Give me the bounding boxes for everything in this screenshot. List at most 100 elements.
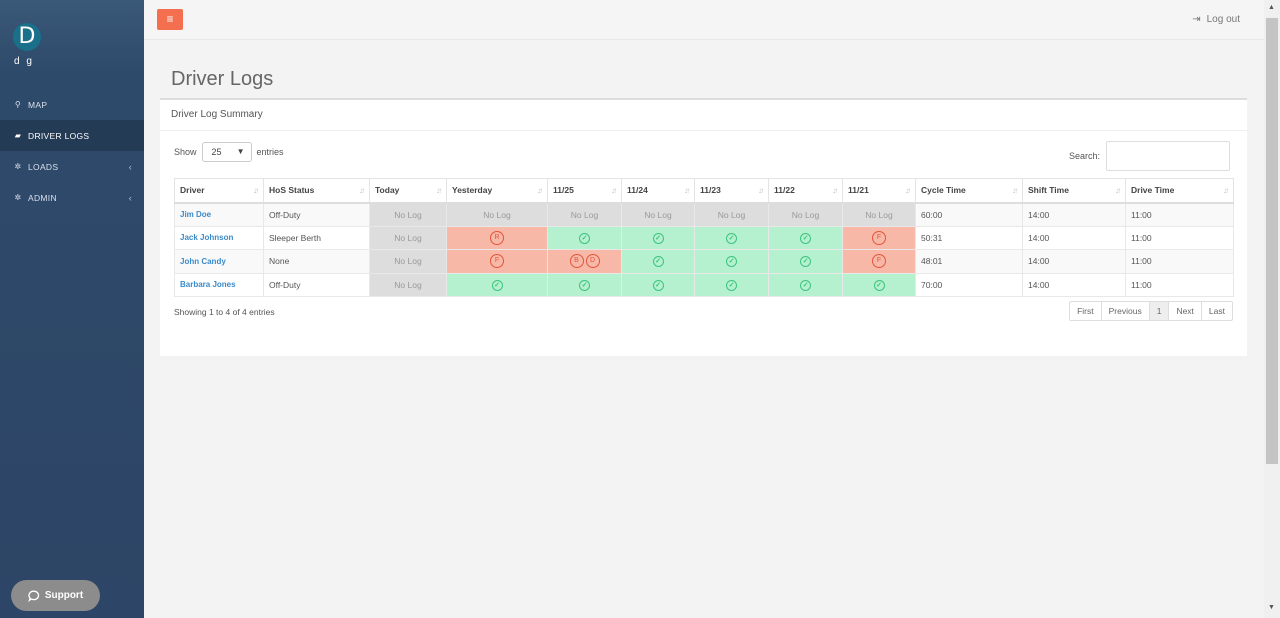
driver-log-panel: Driver Log Summary Show 25 ▼ entries Sea… [160, 98, 1247, 356]
sort-icon: ↓↑ [905, 186, 911, 195]
column-header[interactable]: Cycle Time ↓↑ [915, 178, 1023, 204]
driver-name-link[interactable]: John Candy [174, 249, 264, 274]
driver-name-link[interactable]: Jack Johnson [174, 225, 264, 250]
drive-time-cell: 11:00 [1125, 202, 1234, 227]
day-log-cell[interactable]: ✓ [694, 225, 769, 250]
sidebar-item-loads[interactable]: ✲ LOADS ‹ [0, 151, 144, 182]
gear-icon: ✲ [14, 162, 22, 171]
day-log-cell[interactable]: ✓ [621, 249, 695, 274]
check-circle-icon: ✓ [652, 232, 664, 244]
sort-icon: ↓↑ [1223, 186, 1229, 195]
sort-icon: ↓↑ [1115, 186, 1121, 195]
day-log-cell[interactable]: BD [547, 249, 622, 274]
scroll-up-icon[interactable]: ▲ [1268, 4, 1275, 11]
column-header[interactable]: 11/23 ↓↑ [694, 178, 769, 204]
table-row: Jim Doe Off-Duty No Log No Log No Log No Log N… [174, 202, 1234, 227]
column-header[interactable]: Shift Time ↓↑ [1022, 178, 1126, 204]
day-log-cell[interactable]: ✓ [842, 272, 916, 297]
pager-previous-button[interactable]: Previous [1102, 302, 1150, 320]
entries-value: 25 [211, 147, 222, 157]
day-log-cell[interactable]: ✓ [547, 272, 622, 297]
column-header[interactable]: HoS Status ↓↑ [263, 178, 370, 204]
day-log-cell[interactable]: ✓ [768, 249, 843, 274]
day-log-cell[interactable]: ✓ [621, 272, 695, 297]
driver-name-link[interactable]: Barbara Jones [174, 272, 264, 297]
entries-label: entries [256, 147, 284, 157]
sort-icon: ↓↑ [832, 186, 838, 195]
check-circle-icon: ✓ [579, 232, 590, 244]
column-header-label: Drive Time [1131, 185, 1175, 196]
day-log-cell[interactable]: No Log [369, 272, 447, 297]
chevron-left-icon: ‹ [128, 192, 132, 203]
scroll-down-icon[interactable]: ▼ [1268, 604, 1275, 611]
day-log-cell[interactable]: ✓ [694, 249, 769, 274]
column-header[interactable]: 11/21 ↓↑ [842, 178, 916, 204]
violation-badge: D [585, 254, 600, 269]
driver-log-table: Driver ↓↑ HoS Status ↓↑ Today ↓↑ Yesterday ↓↑ 11… [174, 178, 1234, 297]
hamburger-icon: ≡ [166, 12, 174, 26]
table-row: Barbara Jones Off-Duty No Log ✓ ✓ ✓ ✓ ✓ ✓ 70:00 14… [174, 272, 1234, 297]
pager-next-button[interactable]: Next [1169, 302, 1202, 320]
check-circle-icon: ✓ [873, 279, 885, 291]
pager-last-button[interactable]: Last [1202, 302, 1232, 320]
sidebar-item-admin[interactable]: ✲ ADMIN ‹ [0, 182, 144, 213]
day-log-cell[interactable]: F [446, 249, 548, 274]
day-log-cell[interactable]: No Log [547, 202, 622, 227]
scrollbar-thumb[interactable] [1266, 18, 1278, 464]
column-header[interactable]: Drive Time ↓↑ [1125, 178, 1234, 204]
sidebar-nav: ⚲ MAP ▰ DRIVER LOGS ✲ LOADS ‹ ✲ ADMIN ‹ [0, 89, 144, 213]
day-log-cell[interactable]: ✓ [446, 272, 548, 297]
check-circle-icon: ✓ [579, 279, 590, 291]
day-log-cell[interactable]: No Log [694, 202, 769, 227]
check-circle-icon: ✓ [800, 256, 811, 268]
day-log-cell[interactable]: ✓ [621, 225, 695, 250]
menu-toggle-button[interactable]: ≡ [157, 9, 183, 30]
day-log-cell[interactable]: No Log [369, 202, 447, 227]
column-header[interactable]: 11/22 ↓↑ [768, 178, 843, 204]
day-log-cell[interactable]: No Log [369, 225, 447, 250]
show-label: Show [174, 147, 197, 157]
day-log-cell[interactable]: F [842, 249, 916, 274]
day-log-cell[interactable]: No Log [369, 249, 447, 274]
table-row: Jack Johnson Sleeper Berth No Log R ✓ ✓ ✓ ✓ F 50:… [174, 225, 1234, 250]
day-log-cell[interactable]: No Log [446, 202, 548, 227]
violation-badge: F [872, 254, 886, 269]
day-log-cell[interactable]: No Log [768, 202, 843, 227]
cycle-time-cell: 50:31 [915, 225, 1023, 250]
search-input[interactable] [1106, 141, 1230, 171]
hos-status-cell: Off-Duty [263, 202, 370, 227]
sort-icon: ↓↑ [537, 186, 543, 195]
sidebar-item-driver-logs[interactable]: ▰ DRIVER LOGS [0, 120, 144, 151]
table-header-row: Driver ↓↑ HoS Status ↓↑ Today ↓↑ Yesterday ↓↑ 11… [174, 178, 1234, 204]
entries-length-control: Show 25 ▼ entries [174, 142, 284, 162]
day-log-cell[interactable]: F [842, 225, 916, 250]
column-header[interactable]: 11/25 ↓↑ [547, 178, 622, 204]
cycle-time-cell: 48:01 [915, 249, 1023, 274]
driver-name-link[interactable]: Jim Doe [174, 202, 264, 227]
column-header-label: 11/23 [700, 185, 721, 196]
sidebar-item-map[interactable]: ⚲ MAP [0, 89, 144, 120]
day-log-cell[interactable]: No Log [842, 202, 916, 227]
avatar[interactable]: D [13, 23, 41, 51]
column-header[interactable]: Today ↓↑ [369, 178, 447, 204]
day-log-cell[interactable]: No Log [621, 202, 695, 227]
pager-page-1-button[interactable]: 1 [1149, 302, 1170, 320]
day-log-cell[interactable]: ✓ [768, 272, 843, 297]
logout-label: Log out [1206, 14, 1240, 25]
map-marker-icon: ⚲ [14, 100, 22, 109]
vertical-scrollbar[interactable]: ▲ ▼ [1264, 0, 1280, 618]
support-button[interactable]: Support [11, 580, 100, 611]
check-circle-icon: ✓ [726, 279, 737, 291]
sort-icon: ↓↑ [684, 186, 690, 195]
day-log-cell[interactable]: ✓ [768, 225, 843, 250]
column-header[interactable]: Yesterday ↓↑ [446, 178, 548, 204]
entries-select[interactable]: 25 ▼ [201, 142, 252, 162]
column-header[interactable]: 11/24 ↓↑ [621, 178, 695, 204]
column-header[interactable]: Driver ↓↑ [174, 178, 264, 204]
drive-time-cell: 11:00 [1125, 249, 1234, 274]
logout-link[interactable]: ⇥ Log out [1192, 14, 1240, 25]
day-log-cell[interactable]: ✓ [547, 225, 622, 250]
day-log-cell[interactable]: R [446, 225, 548, 250]
day-log-cell[interactable]: ✓ [694, 272, 769, 297]
pager-first-button[interactable]: First [1070, 302, 1102, 320]
